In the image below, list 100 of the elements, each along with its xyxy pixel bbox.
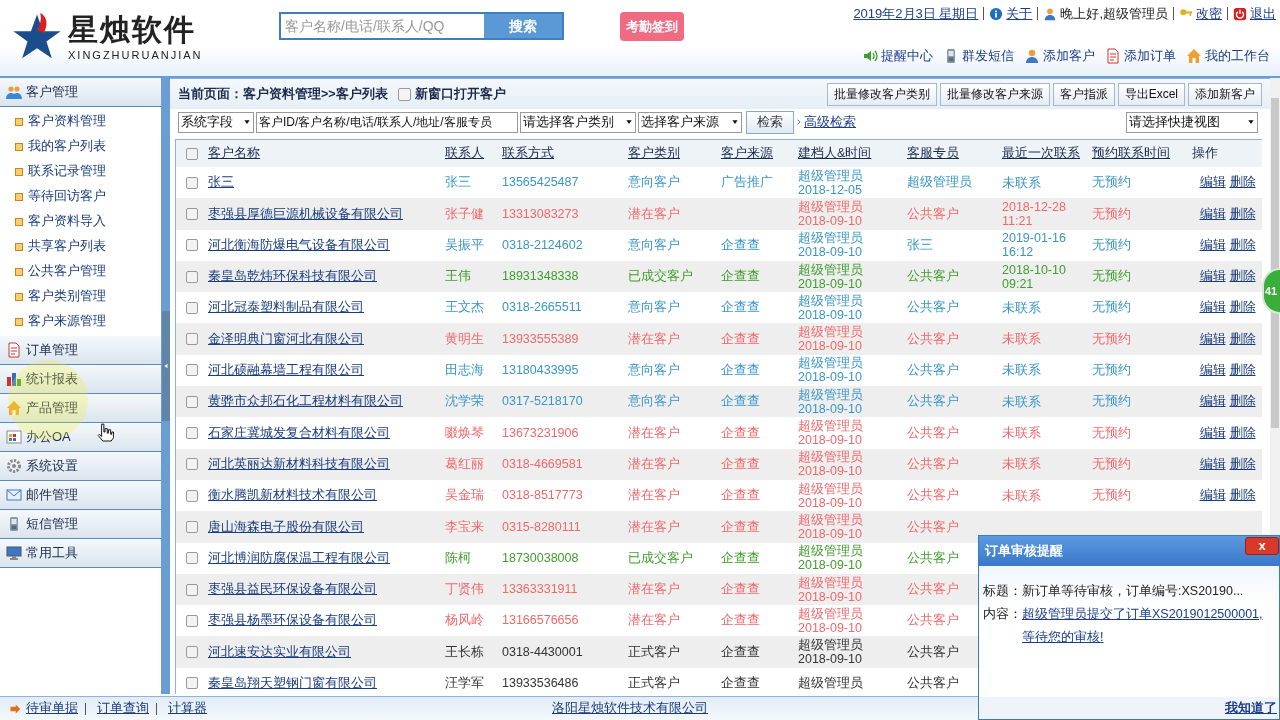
sidebar-item[interactable]: 客户来源管理 (0, 309, 161, 334)
sidebar-item[interactable]: 联系记录管理 (0, 159, 161, 184)
row-action-link[interactable]: 编辑 (1199, 363, 1226, 378)
customer-name-link[interactable]: 河北衡海防爆电气设备有限公司 (208, 237, 390, 252)
dismiss-link[interactable]: 我知道了 (1225, 698, 1277, 718)
sidebar-item[interactable]: 客户资料导入 (0, 209, 161, 234)
customer-name-link[interactable]: 枣强县杨墨环保设备有限公司 (208, 613, 377, 628)
row-checkbox[interactable] (186, 270, 198, 283)
row-action-link[interactable]: 编辑 (1199, 175, 1226, 190)
table-row[interactable]: 河北冠泰塑料制品有限公司 王文杰 0318-2665511 意向客户 企查查 超级管理员 2018-09-10 公共客户 未联系 无预约 编辑 删除 (176, 292, 1262, 324)
customer-name-link[interactable]: 河北速安达实业有限公司 (208, 644, 351, 659)
customer-name-link[interactable]: 唐山海森电子股份有限公司 (208, 519, 364, 534)
customer-name-link[interactable]: 黄骅市众邦石化工程材料有限公司 (208, 394, 403, 409)
row-action-link[interactable]: 删除 (1229, 300, 1256, 315)
toolbar-link[interactable]: 添加订单 (1105, 46, 1176, 66)
column-header[interactable]: 预约联系时间 (1092, 146, 1170, 161)
row-checkbox[interactable] (186, 333, 198, 346)
field-dropdown[interactable]: 系统字段 (178, 111, 254, 133)
toolbar-link[interactable]: 添加客户 (1024, 46, 1095, 66)
customer-name-link[interactable]: 秦皇岛翔天塑钢门窗有限公司 (208, 676, 377, 690)
row-checkbox[interactable] (186, 427, 198, 439)
quick-view-dropdown[interactable]: 请选择快捷视图 (1126, 111, 1258, 133)
customer-name-link[interactable]: 张三 (208, 175, 234, 190)
category-dropdown[interactable]: 请选择客户类别 (520, 111, 636, 133)
sidebar-section-header[interactable]: 订单管理 (0, 336, 161, 365)
row-action-link[interactable]: 编辑 (1199, 206, 1226, 221)
toolbar-link[interactable]: 群发短信 (943, 46, 1014, 66)
row-action-link[interactable]: 删除 (1229, 488, 1256, 503)
row-action-link[interactable]: 编辑 (1199, 269, 1226, 284)
customer-name-link[interactable]: 金泽明典门窗河北有限公司 (208, 331, 364, 346)
customer-name-link[interactable]: 枣强县厚德巨源机械设备有限公司 (208, 206, 403, 221)
sidebar-section-header[interactable]: 统计报表 (0, 365, 161, 394)
footer-link[interactable]: 订单查询 (97, 699, 149, 718)
row-action-link[interactable]: 删除 (1229, 269, 1256, 284)
date-link[interactable]: 2019年2月3日 星期日 (853, 4, 979, 24)
column-header[interactable]: 最近一次联系 (1002, 146, 1080, 161)
toolbar-button[interactable]: 导出Excel (1117, 82, 1185, 106)
row-action-link[interactable]: 编辑 (1199, 425, 1226, 440)
collapse-sidebar-handle[interactable] (162, 311, 170, 421)
row-checkbox[interactable] (186, 646, 198, 659)
row-action-link[interactable]: 删除 (1229, 425, 1256, 440)
column-header[interactable]: 客服专员 (907, 146, 959, 161)
row-checkbox[interactable] (186, 364, 198, 377)
keyword-field[interactable]: 客户ID/客户名称/电话/联系人/地址/客服专员 (256, 111, 518, 133)
row-checkbox[interactable] (186, 583, 198, 596)
table-row[interactable]: 河北衡海防爆电气设备有限公司 吴振平 0318-2124602 意向客户 企查查 超级管理员 2018-09-10 张三 2019-01-16 16:12 无预约 编辑 删除 (176, 229, 1262, 261)
table-row[interactable]: 金泽明典门窗河北有限公司 黄明生 13933555389 潜在客户 企查查 超级管理员 2018-09-10 公共客户 未联系 无预约 编辑 删除 (176, 323, 1262, 355)
customer-name-link[interactable]: 河北冠泰塑料制品有限公司 (208, 300, 364, 315)
select-all-checkbox[interactable] (186, 147, 198, 160)
row-checkbox[interactable] (186, 677, 198, 690)
row-action-link[interactable]: 删除 (1229, 206, 1256, 221)
row-checkbox[interactable] (186, 458, 198, 471)
row-action-link[interactable]: 删除 (1229, 331, 1256, 346)
header-link[interactable]: 改密 (1196, 4, 1222, 24)
toolbar-button[interactable]: 批量修改客户来源 (939, 82, 1050, 106)
customer-name-link[interactable]: 河北博润防腐保温工程有限公司 (208, 550, 390, 565)
customer-name-link[interactable]: 秦皇岛乾炜环保科技有限公司 (208, 269, 377, 284)
row-checkbox[interactable] (186, 614, 198, 627)
sidebar-section-header[interactable]: 产品管理 (0, 394, 161, 423)
sidebar-section-header[interactable]: 办公OA (0, 423, 161, 452)
row-action-link[interactable]: 删除 (1229, 394, 1256, 409)
sidebar-item[interactable]: 客户资料管理 (0, 109, 161, 134)
sidebar-section-header[interactable]: 邮件管理 (0, 481, 161, 510)
row-checkbox[interactable] (186, 552, 198, 565)
customer-name-link[interactable]: 河北英丽达新材料科技有限公司 (208, 456, 390, 471)
column-header[interactable]: 建档人&时间 (798, 146, 872, 161)
sidebar-section-header[interactable]: 短信管理 (0, 510, 161, 539)
row-action-link[interactable]: 删除 (1229, 237, 1256, 252)
sidebar-item[interactable]: 我的客户列表 (0, 134, 161, 159)
customer-name-link[interactable]: 石家庄冀城发复合材料有限公司 (208, 425, 390, 440)
header-link[interactable]: 关于 (1006, 4, 1033, 24)
column-header[interactable]: 客户来源 (721, 146, 773, 161)
row-action-link[interactable]: 删除 (1229, 456, 1256, 471)
column-header[interactable]: 客户类别 (628, 146, 680, 161)
row-checkbox[interactable] (186, 176, 198, 189)
sidebar-section-header[interactable]: 系统设置 (0, 452, 161, 481)
table-row[interactable]: 衡水腾凯新材料技术有限公司 吴金瑞 0318-8517773 潜在客户 企查查 超级管理员 2018-09-10 公共客户 未联系 无预约 编辑 删除 (176, 479, 1262, 512)
toolbar-button[interactable]: 客户指派 (1052, 82, 1115, 106)
column-header[interactable]: 客户名称 (208, 146, 260, 161)
close-button[interactable]: x (1245, 537, 1279, 555)
table-row[interactable]: 石家庄冀城发复合材料有限公司 啜焕琴 13673231906 潜在客户 企查查 超级管理员 2018-09-10 公共客户 未联系 无预约 编辑 删除 (176, 417, 1262, 449)
table-row[interactable]: 黄骅市众邦石化工程材料有限公司 沈学荣 0317-5218170 意向客户 企查查 超级管理员 2018-09-10 公共客户 未联系 无预约 编辑 删除 (176, 386, 1262, 418)
sidebar-section-header[interactable]: 常用工具 (0, 539, 161, 568)
row-checkbox[interactable] (186, 489, 198, 502)
sidebar-item[interactable]: 客户类别管理 (0, 284, 161, 309)
footer-link[interactable]: 计算器 (168, 699, 207, 718)
row-action-link[interactable]: 编辑 (1199, 394, 1226, 409)
row-action-link[interactable]: 编辑 (1199, 331, 1226, 346)
row-action-link[interactable]: 删除 (1229, 363, 1256, 378)
customer-name-link[interactable]: 枣强县益民环保设备有限公司 (208, 582, 377, 597)
customer-name-link[interactable]: 衡水腾凯新材料技术有限公司 (208, 488, 377, 503)
column-header[interactable]: 联系方式 (502, 146, 554, 161)
toolbar-link[interactable]: 提醒中心 (862, 46, 933, 66)
source-dropdown[interactable]: 选择客户来源 (638, 111, 742, 133)
footer-link[interactable]: 待审单据 (26, 699, 78, 718)
sidebar-item[interactable]: 公共客户管理 (0, 259, 161, 284)
toolbar-button[interactable]: 添加新客户 (1188, 82, 1262, 106)
row-action-link[interactable]: 编辑 (1199, 488, 1226, 503)
column-header[interactable]: 联系人 (445, 146, 484, 161)
row-checkbox[interactable] (186, 239, 198, 252)
